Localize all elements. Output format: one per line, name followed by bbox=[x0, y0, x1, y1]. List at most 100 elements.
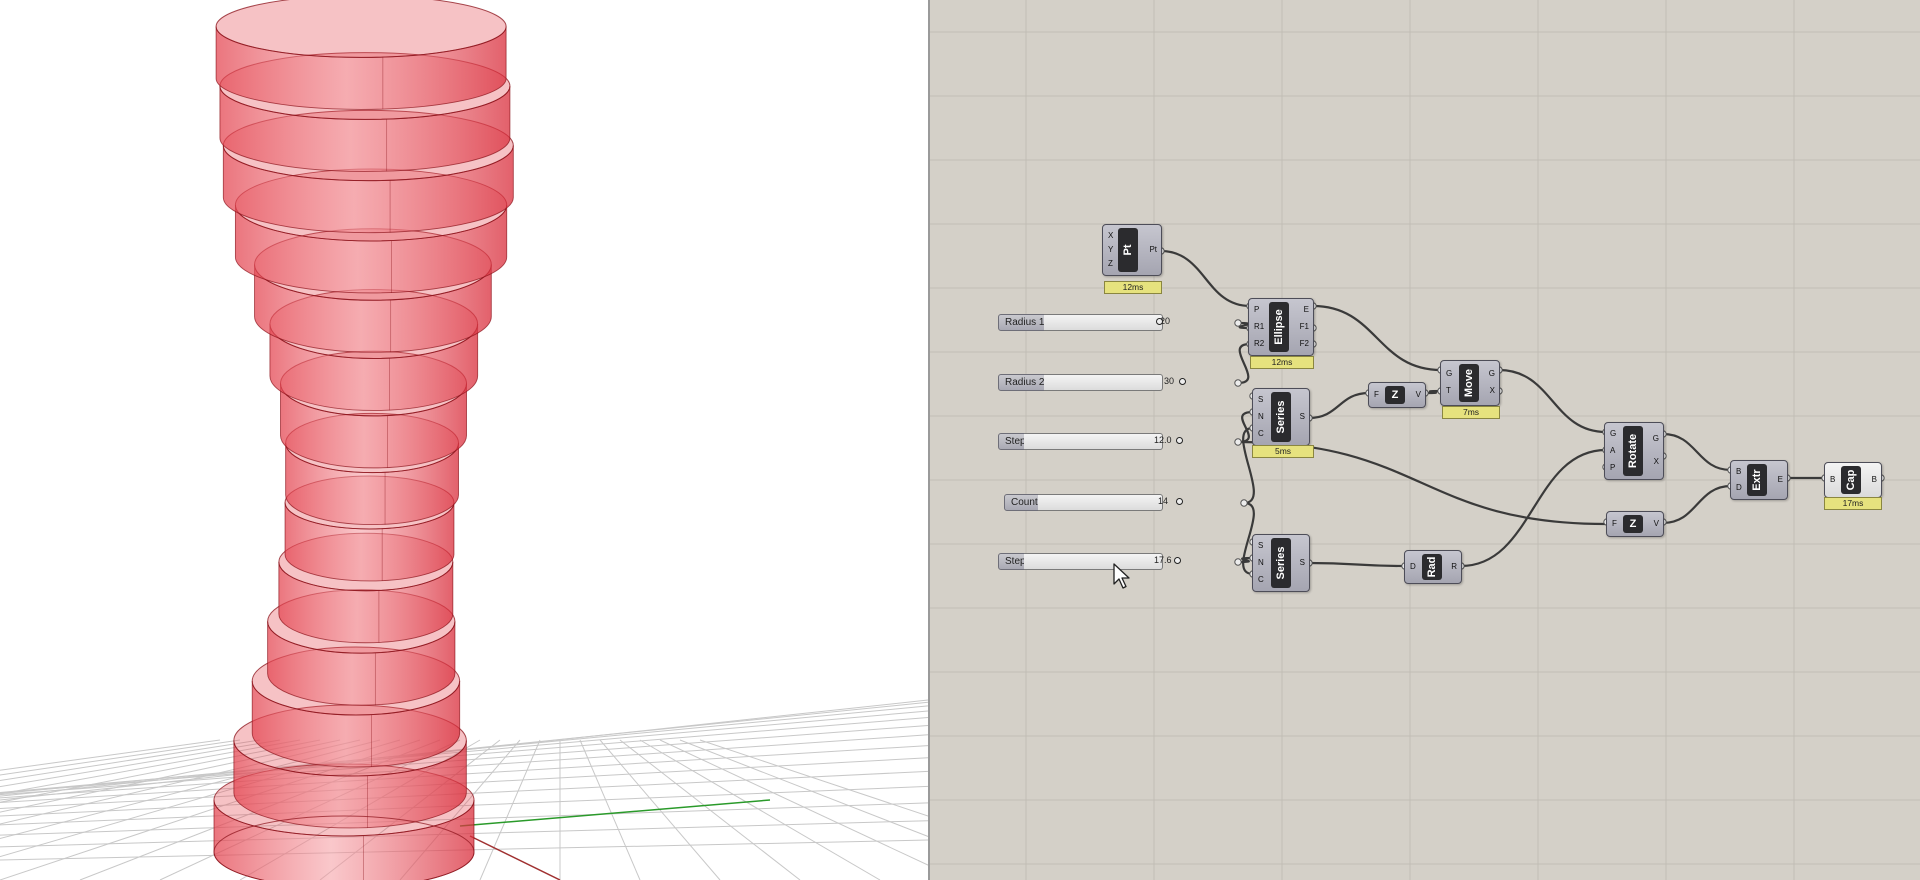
input-factor: F bbox=[1374, 390, 1379, 399]
slider-knob[interactable] bbox=[1176, 498, 1183, 505]
output-pt: Pt bbox=[1149, 245, 1157, 254]
component-core: Series bbox=[1271, 392, 1291, 442]
output-vector: V bbox=[1653, 519, 1659, 528]
slider-value: 17.6 bbox=[1154, 555, 1172, 565]
grid-line bbox=[659, 739, 928, 866]
input-geometry: G bbox=[1446, 369, 1453, 378]
component-name: Extr bbox=[1751, 469, 1763, 491]
output-transform: X bbox=[1653, 457, 1659, 466]
move-component[interactable]: G T Move G X bbox=[1440, 360, 1500, 406]
rotate-component[interactable]: G A P Rotate G X bbox=[1604, 422, 1664, 480]
wire bbox=[1312, 304, 1442, 372]
slider-step-1[interactable]: Step 12.0 bbox=[998, 433, 1238, 450]
grid-line bbox=[579, 739, 641, 880]
pt-timing: 12ms bbox=[1104, 281, 1162, 294]
slider-track[interactable] bbox=[1038, 494, 1163, 511]
output-radians: R bbox=[1451, 562, 1457, 571]
input-step: N bbox=[1258, 558, 1264, 567]
component-core: Series bbox=[1271, 538, 1291, 588]
component-name: Rotate bbox=[1627, 433, 1639, 469]
output-series: S bbox=[1299, 558, 1305, 567]
mouse-cursor-icon bbox=[1113, 563, 1130, 589]
slider-track[interactable] bbox=[1044, 314, 1163, 331]
series-component-1[interactable]: S N C Series S bbox=[1252, 388, 1310, 446]
wire bbox=[1308, 391, 1370, 420]
input-count: C bbox=[1258, 429, 1264, 438]
slider-track[interactable] bbox=[1044, 374, 1163, 391]
component-name: Pt bbox=[1122, 244, 1134, 256]
component-core: Move bbox=[1459, 364, 1479, 402]
wire bbox=[1308, 561, 1406, 568]
component-core: Z bbox=[1385, 386, 1405, 404]
input-plane: P bbox=[1254, 305, 1260, 314]
component-name: Series bbox=[1275, 400, 1287, 434]
component-core: Ellipse bbox=[1269, 302, 1289, 352]
grid-line bbox=[639, 739, 881, 880]
grasshopper-canvas[interactable]: Radius 1 20 Radius 2 30 Step 12.0 Count … bbox=[930, 0, 1920, 880]
component-core: Cap bbox=[1841, 466, 1861, 494]
output-vector: V bbox=[1415, 390, 1421, 399]
ellipse-component[interactable]: P R1 R2 Ellipse E F1 F2 bbox=[1248, 298, 1314, 356]
input-start: S bbox=[1258, 395, 1264, 404]
output-brep: B bbox=[1871, 475, 1877, 484]
component-name: Ellipse bbox=[1273, 309, 1285, 345]
slider-knob[interactable] bbox=[1174, 557, 1181, 564]
slider-knob[interactable] bbox=[1176, 437, 1183, 444]
input-start: S bbox=[1258, 541, 1264, 550]
component-name: Cap bbox=[1845, 469, 1857, 491]
output-geometry: G bbox=[1652, 434, 1659, 443]
output-e: E bbox=[1303, 305, 1309, 314]
cap-timing: 17ms bbox=[1824, 497, 1882, 510]
rhino-perspective-viewport[interactable] bbox=[0, 0, 928, 880]
slider-knob[interactable] bbox=[1156, 318, 1163, 325]
ellipse-timing: 12ms bbox=[1250, 356, 1314, 369]
series-timing: 5ms bbox=[1252, 445, 1314, 458]
slider-track[interactable] bbox=[1024, 553, 1163, 570]
series-component-2[interactable]: S N C Series S bbox=[1252, 534, 1310, 592]
component-name: Rad bbox=[1426, 556, 1438, 578]
component-name: Z bbox=[1391, 389, 1399, 401]
slider-value: 14 bbox=[1158, 496, 1169, 506]
slider-count[interactable]: Count 14 bbox=[1004, 494, 1244, 511]
construct-point-component[interactable]: X Y Z Pt Pt bbox=[1102, 224, 1162, 276]
output-transform: X bbox=[1489, 386, 1495, 395]
input-degrees: D bbox=[1410, 562, 1416, 571]
unit-z-component-2[interactable]: F Z V bbox=[1606, 511, 1664, 537]
ring-top-edge bbox=[215, 0, 507, 58]
component-core: Rotate bbox=[1623, 426, 1643, 476]
input-direction: D bbox=[1736, 483, 1742, 492]
input-r1: R1 bbox=[1254, 322, 1265, 331]
input-z: Z bbox=[1108, 259, 1113, 268]
slider-knob[interactable] bbox=[1179, 378, 1186, 385]
output-series: S bbox=[1299, 412, 1305, 421]
input-x: X bbox=[1108, 231, 1114, 240]
wire bbox=[1498, 368, 1607, 434]
slider-value: 12.0 bbox=[1154, 435, 1172, 445]
component-core: Pt bbox=[1118, 228, 1138, 272]
wire bbox=[1662, 432, 1732, 472]
output-f1: F1 bbox=[1299, 322, 1309, 331]
x-axis-line bbox=[469, 835, 561, 880]
component-core: Rad bbox=[1422, 554, 1442, 580]
slider-radius-2[interactable]: Radius 2 30 bbox=[998, 374, 1238, 391]
unit-z-component-1[interactable]: F Z V bbox=[1368, 382, 1426, 408]
cap-holes-component[interactable]: B Cap B bbox=[1824, 462, 1882, 498]
tower-ring bbox=[215, 0, 507, 110]
slider-radius-1[interactable]: Radius 1 20 bbox=[998, 314, 1238, 331]
input-y: Y bbox=[1108, 245, 1114, 254]
component-name: Z bbox=[1629, 518, 1637, 530]
wire bbox=[1662, 484, 1732, 525]
grid-line bbox=[599, 739, 721, 880]
component-core: Extr bbox=[1747, 464, 1767, 496]
component-name: Move bbox=[1463, 368, 1475, 398]
input-count: C bbox=[1258, 575, 1264, 584]
slider-track[interactable] bbox=[1024, 433, 1163, 450]
viewport-scene bbox=[0, 0, 928, 880]
slider-value: 30 bbox=[1164, 376, 1175, 386]
input-step: N bbox=[1258, 412, 1264, 421]
radians-component[interactable]: D Rad R bbox=[1404, 550, 1462, 584]
output-f2: F2 bbox=[1299, 339, 1309, 348]
wire bbox=[1160, 249, 1251, 308]
extrude-component[interactable]: B D Extr E bbox=[1730, 460, 1788, 500]
output-extrusion: E bbox=[1777, 475, 1783, 484]
